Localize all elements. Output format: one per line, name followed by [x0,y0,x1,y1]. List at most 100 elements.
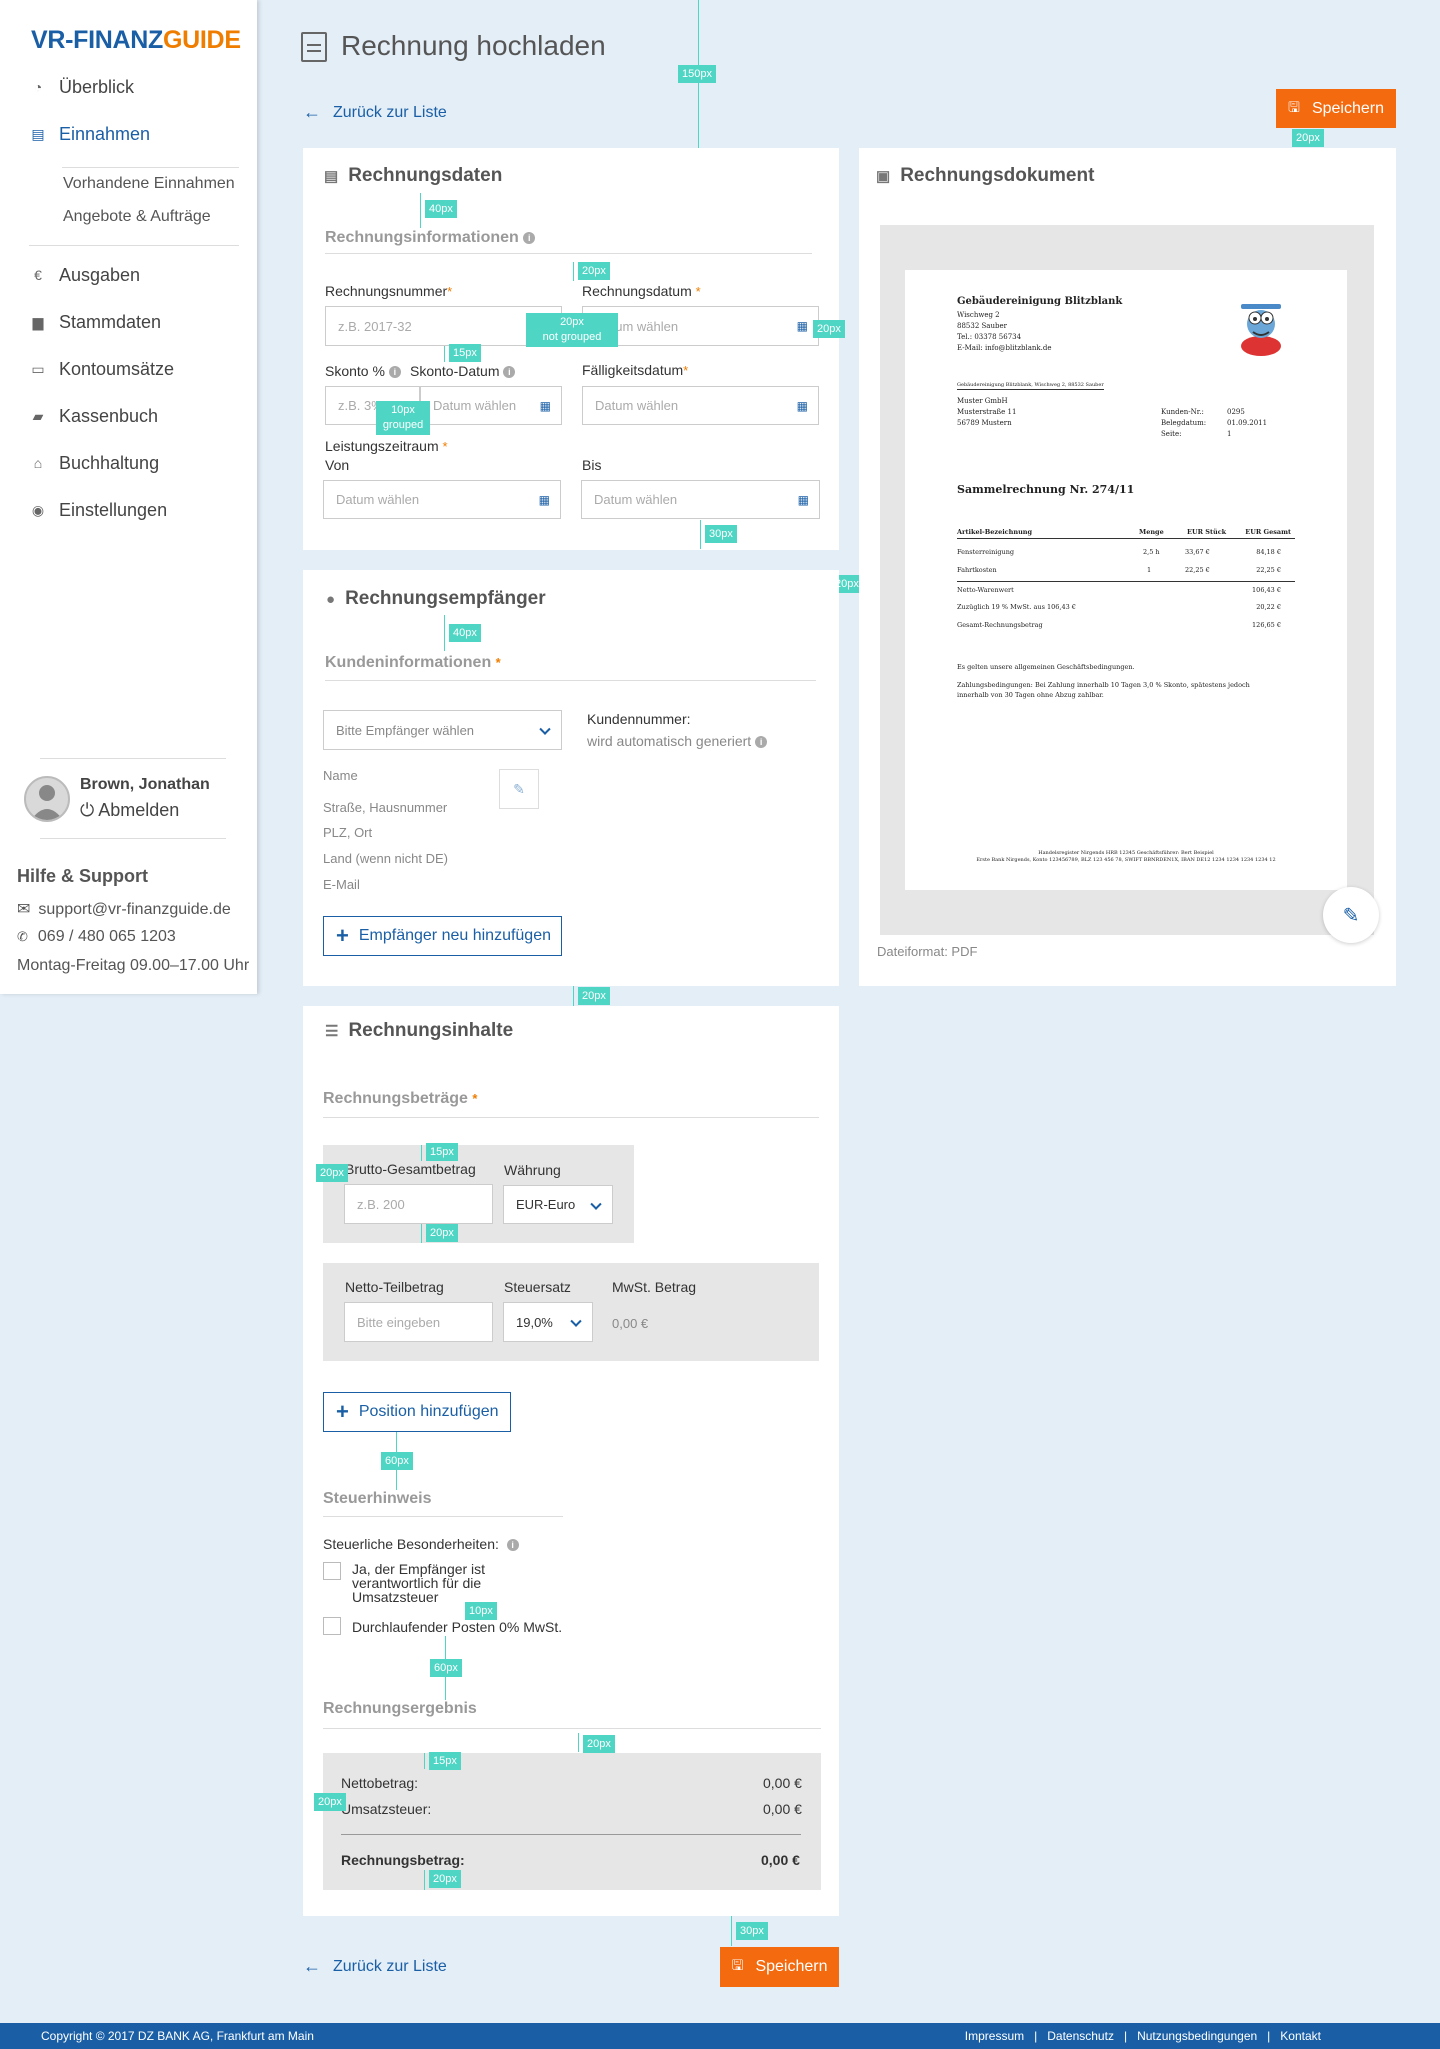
due-date-label-text: Fälligkeitsdatum [582,362,684,378]
divider [40,758,226,759]
amounts-section-text: Rechnungsbeträge [323,1090,468,1107]
bank-icon: ⌂ [33,455,43,471]
footer-link-terms[interactable]: Nutzungsbedingungen [1137,2029,1257,2043]
doc-sender-line: Gebäudereinigung Blitzblank, Wischweg 2,… [957,382,1104,390]
doc-payment-terms: Zahlungsbedingungen: Bei Zahlung innerha… [957,681,1250,699]
currency-select[interactable]: EUR-Euro [503,1185,613,1224]
due-date-input[interactable]: Datum wählen ▦ [582,386,819,425]
doc-td: 20,22 € [1256,603,1281,611]
calendar-icon[interactable]: ▦ [798,493,809,507]
annotation-line [421,1224,422,1243]
nav-settings[interactable]: ◉ Einstellungen [29,496,167,524]
annotation-badge: 30px [736,1922,768,1940]
document-icon [301,32,327,62]
calendar-icon[interactable]: ▦ [539,493,550,507]
info-icon[interactable]: i [503,366,516,379]
add-position-label: Position hinzufügen [358,1403,499,1420]
edit-recipient-button[interactable]: ✎ [499,769,539,809]
document-preview: Gebäudereinigung Blitzblank Wischweg 2 8… [905,270,1347,890]
doc-company-address: Wischweg 2 88532 Sauber Tel.: 03378 5673… [957,310,1052,354]
doc-text: Handelsregister Nirgends HRB 12345 Gesch… [1038,850,1214,856]
calendar-icon[interactable]: ▦ [797,399,808,413]
separator: | [1034,2029,1038,2043]
gross-amount-input[interactable]: z.B. 200 [344,1184,493,1224]
info-icon[interactable]: i [755,736,768,749]
edit-document-button[interactable]: ✎ [1323,887,1379,943]
nav-income[interactable]: ▤ Einnahmen [29,120,150,148]
back-label: Zurück zur Liste [333,1957,447,1975]
support-phone[interactable]: ✆ 069 / 480 065 1203 [17,928,176,946]
annotation-line [424,1753,425,1769]
support-email[interactable]: ✉ support@vr-finanzguide.de [17,899,231,919]
doc-table-header: Artikel-Bezeichnung Menge EUR Stück EUR … [957,528,1295,539]
annotation-badge: 60px [430,1659,462,1677]
add-recipient-button[interactable]: + Empfänger neu hinzufügen [323,916,562,956]
calendar-icon[interactable]: ▦ [797,319,808,333]
back-to-list-link-bottom[interactable]: ← Zurück zur Liste [303,1956,447,1977]
net-partial-input[interactable]: Bitte eingeben [344,1302,493,1342]
info-icon[interactable]: i [523,231,536,244]
tax-rate-value: 19,0% [516,1314,553,1330]
user-name: Brown, Jonathan [80,776,210,793]
list-icon: ☰ [325,1023,339,1040]
doc-text: Wischweg 2 [957,311,1000,319]
annotation-line [578,1733,579,1752]
skonto-date-label: Skonto-Datum i [410,363,516,379]
file-format: Dateiformat: PDF [877,944,978,959]
doc-recipient: Muster GmbH Musterstraße 11 56789 Muster… [957,396,1016,429]
save-button-top[interactable]: 🖫 Speichern [1276,89,1396,128]
nav-account-transactions[interactable]: ▭ Kontoumsätze [29,355,174,383]
currency-label: Währung [504,1162,561,1178]
vat-amount-value: 0,00 € [612,1316,649,1331]
annotation-line [573,262,574,281]
vat-total-label: Umsatzsteuer: [341,1801,432,1817]
nav-expenses[interactable]: € Ausgaben [29,261,140,289]
nav-accounting[interactable]: ⌂ Buchhaltung [29,449,159,477]
save-label: Speichern [1311,99,1384,117]
nav-offers-orders[interactable]: Angebote & Aufträge [63,208,211,226]
doc-text: 88532 Sauber [957,322,1007,330]
support-phone-text: 069 / 480 065 1203 [37,928,176,945]
invoice-data-title: ▤ Rechnungsdaten [324,165,502,187]
tax-rate-select[interactable]: 19,0% [503,1302,593,1342]
recipient-select-placeholder: Bitte Empfänger wählen [336,722,475,738]
annotation-badge: 40px [449,624,481,642]
brand-logo[interactable]: VR-FINANZGUIDE [31,26,241,55]
doc-net-row: Netto-Warenwert 106,43 € [957,586,1295,596]
currency-value: EUR-Euro [516,1197,576,1212]
skonto-date-input[interactable]: Datum wählen ▦ [420,386,562,425]
invoice-total-label: Rechnungsbetrag: [341,1852,465,1868]
doc-td: Zuzüglich 19 % MwSt. aus 106,43 € [957,603,1076,611]
period-to-input[interactable]: Datum wählen ▦ [581,480,820,519]
period-from-input[interactable]: Datum wählen ▦ [323,480,561,519]
save-button-bottom[interactable]: 🖫 Speichern [720,1947,839,1987]
reverse-charge-checkbox[interactable] [323,1562,341,1580]
footer-link-imprint[interactable]: Impressum [965,2029,1024,2043]
nav-overview[interactable]: ◔ Überblick [29,73,134,101]
skonto-date-placeholder: Datum wählen [433,398,517,413]
invoice-number-label-text: Rechnungsnummer [325,283,448,299]
doc-text: 0295 [1227,408,1245,416]
recipient-select[interactable]: Bitte Empfänger wählen [323,710,562,750]
id-card-icon: ▤ [324,168,339,185]
nav-master-data[interactable]: ▆ Stammdaten [29,308,161,336]
logout-link[interactable]: ⏻ Abmelden [80,800,179,821]
nav-cashbook[interactable]: ▰ Kassenbuch [29,402,158,430]
back-to-list-link[interactable]: ← Zurück zur Liste [303,102,447,123]
section-divider [323,1728,821,1729]
info-icon[interactable]: i [388,366,401,379]
due-date-label: Fälligkeitsdatum* [582,362,689,378]
transit-item-checkbox[interactable] [323,1617,341,1635]
doc-td: Netto-Warenwert [957,586,1014,594]
footer-link-contact[interactable]: Kontakt [1280,2029,1321,2043]
pencil-icon: ✎ [1342,904,1360,927]
dashboard-icon: ◔ [33,79,43,95]
info-icon[interactable]: i [506,1539,519,1552]
invoice-data-title-text: Rechnungsdaten [348,165,503,186]
nav-existing-income[interactable]: Vorhandene Einnahmen [63,175,235,193]
calendar-icon[interactable]: ▦ [540,399,551,413]
doc-vat-row: Zuzüglich 19 % MwSt. aus 106,43 € 20,22 … [957,603,1295,613]
doc-text: 1 [1227,430,1232,438]
footer-link-privacy[interactable]: Datenschutz [1047,2029,1114,2043]
add-position-button[interactable]: + Position hinzufügen [323,1392,511,1432]
